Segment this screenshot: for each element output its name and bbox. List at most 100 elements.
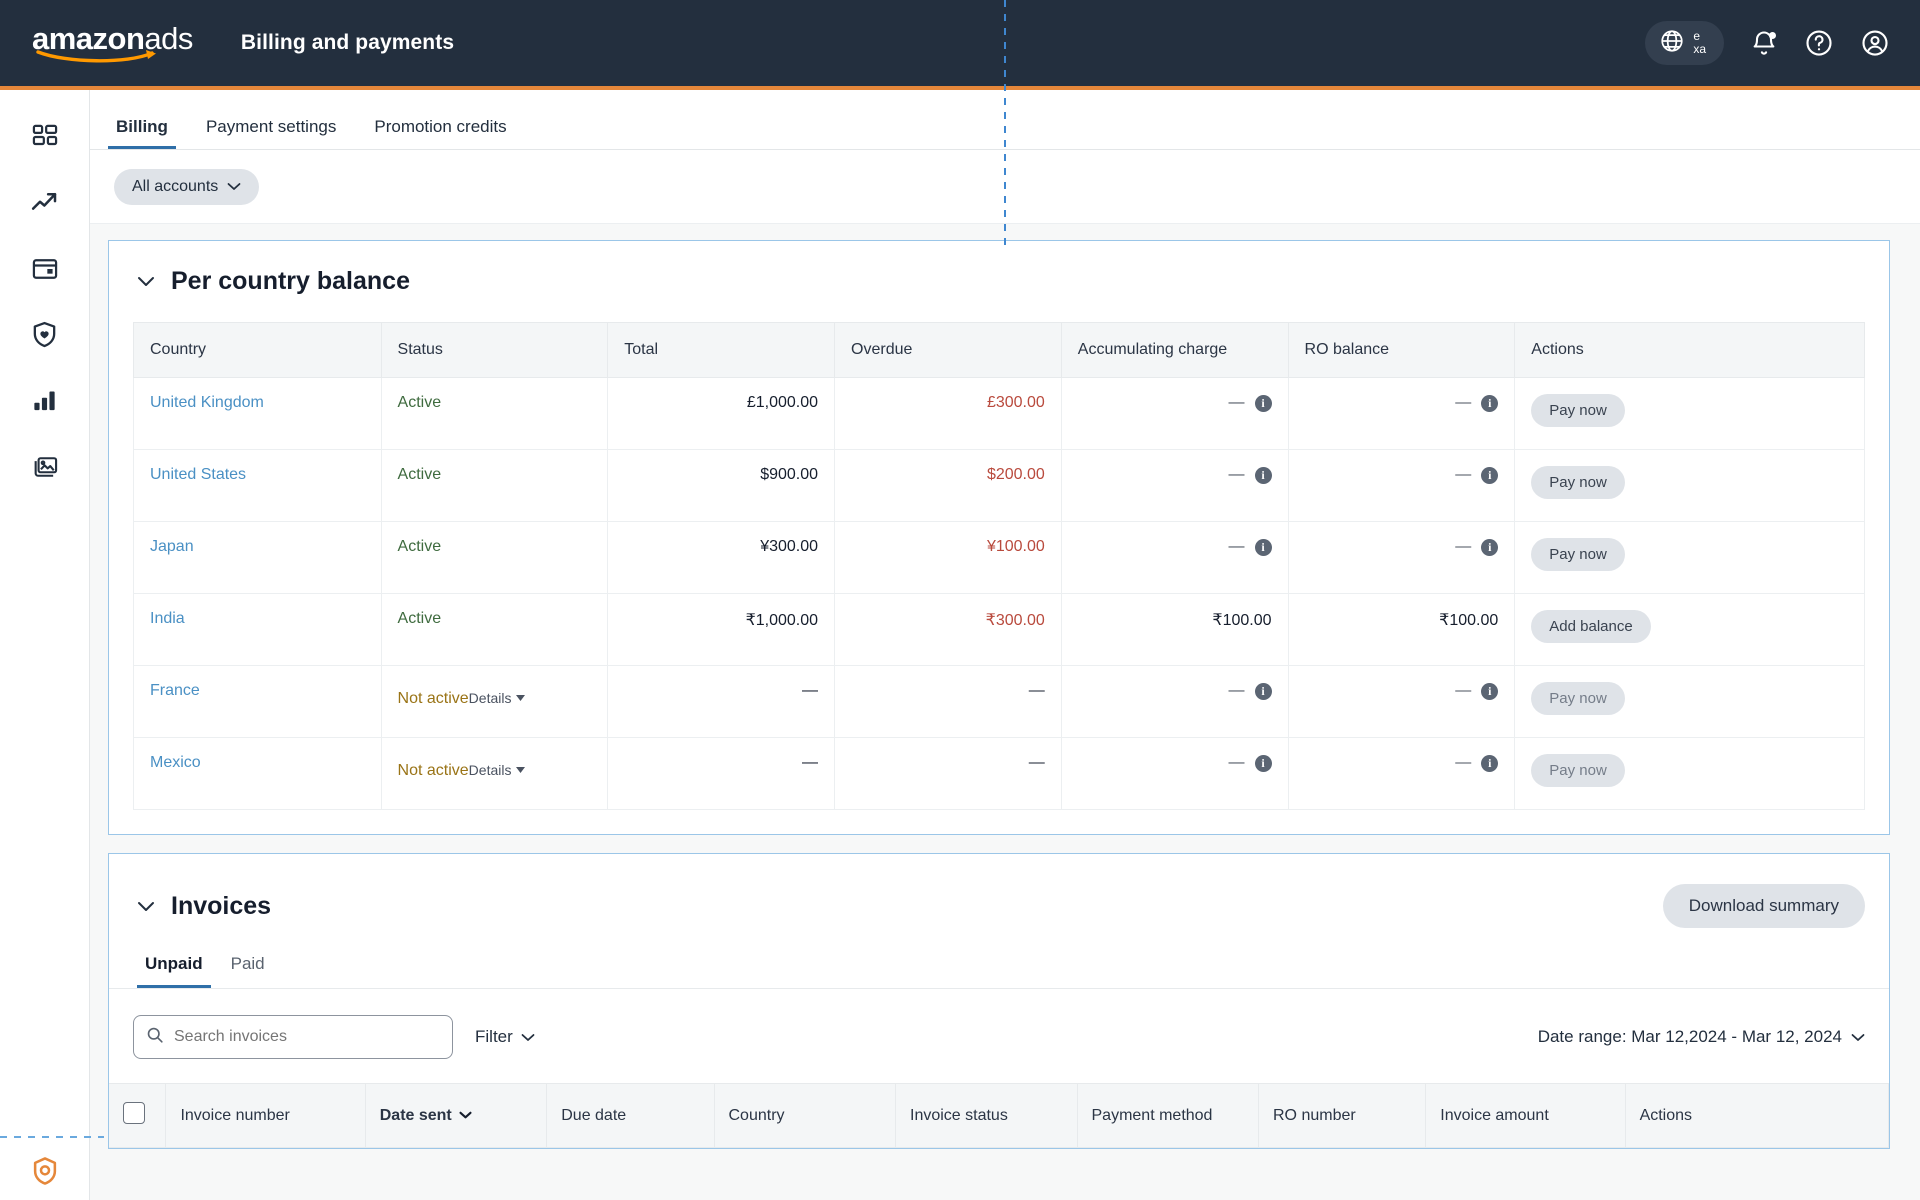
row-action-button[interactable]: Pay now [1531, 538, 1625, 571]
all-accounts-label: All accounts [132, 177, 219, 195]
table-row: United States Active $900.00 $200.00— i — i Pay… [133, 449, 1865, 522]
shield-heart-icon [30, 320, 59, 354]
sidebar-item-settings[interactable] [0, 1155, 90, 1192]
cell-value: — [1228, 538, 1245, 555]
cell-status: Not active Details [380, 665, 609, 738]
status-badge: Active [397, 466, 442, 483]
amazon-ads-logo[interactable]: amazonads [32, 21, 193, 65]
col-invoice-status[interactable]: Invoice status [895, 1083, 1078, 1148]
info-icon[interactable]: i [1481, 466, 1499, 484]
all-accounts-dropdown[interactable]: All accounts [114, 168, 260, 205]
country-link[interactable]: Japan [150, 538, 194, 555]
tab-billing[interactable]: Billing [100, 117, 184, 149]
col-accumulating-charge: Accumulating charge [1060, 322, 1289, 378]
sidebar-item-dashboard[interactable] [18, 112, 72, 166]
tab-promotion-credits[interactable]: Promotion credits [358, 117, 522, 149]
collapse-chevron-icon[interactable] [133, 276, 159, 287]
sidebar-item-creative-library[interactable] [18, 442, 72, 496]
info-icon[interactable]: i [1481, 682, 1499, 700]
bell-icon[interactable] [1750, 29, 1778, 57]
cell-country: India [133, 593, 382, 666]
date-range-dropdown[interactable]: Date range: Mar 12,2024 - Mar 12, 2024 [1538, 1027, 1865, 1047]
value-with-info: — i [1078, 466, 1272, 484]
row-action-button[interactable]: Pay now [1531, 466, 1625, 499]
country-link[interactable]: Mexico [150, 754, 201, 771]
language-selector[interactable]: e xa [1645, 21, 1724, 65]
sidebar-item-performance[interactable] [18, 178, 72, 232]
details-label: Details [468, 690, 512, 706]
status-details-toggle[interactable]: Details [469, 762, 526, 778]
info-icon[interactable]: i [1481, 538, 1499, 556]
country-link[interactable]: India [150, 610, 185, 627]
col-payment-method[interactable]: Payment method [1077, 1083, 1259, 1148]
col-invoice-number[interactable]: Invoice number [165, 1083, 366, 1148]
invoices-card: Invoices Download summary Unpaid Paid Se… [108, 853, 1890, 1149]
tab-unpaid[interactable]: Unpaid [133, 954, 215, 988]
status-details-toggle[interactable]: Details [469, 690, 526, 706]
sidebar-item-billing[interactable] [18, 244, 72, 298]
invoices-collapse-chevron-icon[interactable] [133, 901, 159, 912]
cell-actions: Pay now [1514, 377, 1865, 450]
row-action-button[interactable]: Add balance [1531, 610, 1651, 643]
cell-value: — [1228, 394, 1245, 411]
tab-promotion-credits-label: Promotion credits [374, 117, 507, 136]
account-icon[interactable] [1860, 28, 1890, 58]
column-label: Due date [561, 1106, 627, 1124]
filter-dropdown[interactable]: Filter [475, 1027, 535, 1047]
col-status: Status [380, 322, 609, 378]
sidebar-item-reports[interactable] [18, 376, 72, 430]
tab-payment-settings[interactable]: Payment settings [190, 117, 352, 149]
row-action-button[interactable]: Pay now [1531, 754, 1625, 787]
tab-payment-settings-label: Payment settings [205, 117, 337, 136]
info-icon[interactable]: i [1254, 394, 1272, 412]
settings-gear-icon [29, 1155, 61, 1192]
cell-value: ¥100.00 [986, 538, 1045, 555]
col-invoice-amount[interactable]: Invoice amount [1425, 1083, 1626, 1148]
search-invoices-box[interactable] [133, 1015, 453, 1059]
cell-accumulating-charge: — i [1060, 665, 1289, 738]
top-bar: amazonads Billing and payments e xa [0, 0, 1920, 90]
notification-dot [1769, 32, 1776, 39]
info-icon[interactable]: i [1254, 466, 1272, 484]
per-country-balance-card: Per country balance Country Status Total… [108, 240, 1890, 835]
cell-value: $200.00 [986, 466, 1045, 483]
balance-table-body: United Kingdom Active £1,000.00 £300.00— i — i… [133, 377, 1865, 810]
cell-value: — [802, 682, 819, 699]
help-icon[interactable] [1804, 28, 1834, 58]
cell-status: Active [380, 521, 609, 594]
select-all-checkbox[interactable] [123, 1102, 145, 1124]
column-label: Country [728, 1106, 785, 1124]
col-ro-number[interactable]: RO number [1258, 1083, 1427, 1148]
sidebar-item-brand-protection[interactable] [18, 310, 72, 364]
balance-table: Country Status Total Overdue Accumulatin… [133, 322, 1865, 810]
row-action-button[interactable]: Pay now [1531, 394, 1625, 427]
select-all-cell[interactable] [109, 1083, 167, 1148]
col-date-sent[interactable]: Date sent [365, 1083, 548, 1148]
cell-value: ₹100.00 [1212, 612, 1272, 629]
col-actions[interactable]: Actions [1625, 1083, 1890, 1148]
cell-total: — [607, 737, 836, 810]
col-due-date[interactable]: Due date [546, 1083, 715, 1148]
info-icon[interactable]: i [1254, 538, 1272, 556]
topbar-actions: e xa [1645, 21, 1890, 65]
vertical-guide-line [1004, 0, 1006, 248]
col-country[interactable]: Country [714, 1083, 896, 1148]
tab-paid[interactable]: Paid [219, 954, 277, 988]
cell-total: ₹1,000.00 [607, 593, 836, 666]
cell-status: Active [380, 449, 609, 522]
download-summary-button[interactable]: Download summary [1662, 884, 1865, 928]
country-link[interactable]: France [150, 682, 200, 699]
country-link[interactable]: United States [150, 466, 246, 483]
info-icon[interactable]: i [1254, 682, 1272, 700]
info-icon[interactable]: i [1481, 394, 1499, 412]
info-icon[interactable]: i [1481, 754, 1499, 772]
row-action-button[interactable]: Pay now [1531, 682, 1625, 715]
cell-value: ₹1,000.00 [745, 612, 819, 629]
per-country-balance-header[interactable]: Per country balance [109, 241, 1889, 322]
search-input[interactable] [174, 1028, 440, 1046]
cell-value: — [1455, 682, 1472, 699]
info-icon[interactable]: i [1254, 754, 1272, 772]
country-link[interactable]: United Kingdom [150, 394, 264, 411]
column-label: Actions [1639, 1106, 1693, 1124]
tab-paid-label: Paid [230, 954, 265, 973]
